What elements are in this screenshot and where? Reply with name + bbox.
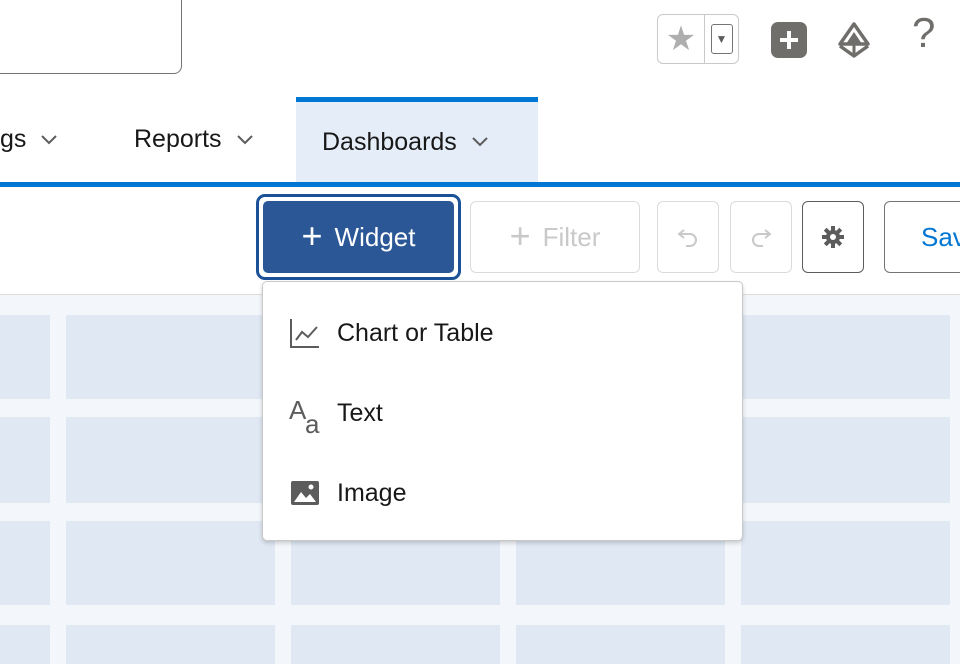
chevron-down-icon[interactable] <box>471 133 489 151</box>
grid-cell <box>66 315 264 399</box>
tab-label: Dashboards <box>322 127 457 156</box>
grid-cell <box>0 417 50 503</box>
grid-cell <box>66 521 275 605</box>
grid-cell <box>291 625 500 664</box>
global-search-input[interactable] <box>0 0 182 74</box>
chart-icon <box>287 315 323 351</box>
add-widget-button[interactable]: + Widget <box>263 201 454 273</box>
menu-item-image[interactable]: Image <box>263 458 742 528</box>
chevron-down-icon[interactable] <box>236 131 254 149</box>
grid-cell <box>0 625 50 664</box>
tab-dashboards[interactable]: Dashboards <box>296 97 538 182</box>
chevron-down-icon[interactable] <box>40 131 58 149</box>
tab-reports[interactable]: Reports <box>134 97 254 182</box>
menu-item-text[interactable]: Aa Text <box>263 378 742 448</box>
grid-cell <box>741 521 950 605</box>
widget-button-label: Widget <box>334 221 416 252</box>
grid-cell <box>0 315 50 399</box>
undo-icon <box>677 229 697 247</box>
help-button[interactable]: ? <box>912 12 935 54</box>
tab-label: gs <box>0 125 27 153</box>
menu-item-label: Text <box>337 398 383 427</box>
dashboard-properties-button[interactable] <box>802 201 864 273</box>
nav-bottom-border <box>0 182 960 187</box>
redo-button[interactable] <box>730 201 792 273</box>
grid-cell <box>516 625 725 664</box>
text-icon: Aa <box>289 395 320 439</box>
undo-button[interactable] <box>657 201 719 273</box>
redo-icon <box>752 229 772 247</box>
image-icon <box>287 475 323 511</box>
grid-cell <box>740 417 950 503</box>
grid-cell <box>740 315 950 399</box>
grid-cell <box>66 417 264 503</box>
add-filter-button[interactable]: + Filter <box>470 201 640 273</box>
grid-cell <box>741 625 950 664</box>
global-actions-button[interactable] <box>771 22 807 58</box>
plus-square-icon <box>780 31 798 49</box>
widget-dropdown-menu: Chart or Table Aa Text Image <box>262 281 743 541</box>
save-button[interactable]: Sav <box>884 201 960 273</box>
favorites-group: ★ ▼ <box>657 14 739 64</box>
plus-icon: + <box>301 214 323 256</box>
caret-down-icon: ▼ <box>710 24 733 54</box>
grid-cell <box>66 625 275 664</box>
trailhead-icon <box>838 22 870 58</box>
gear-icon <box>822 226 844 248</box>
menu-item-label: Chart or Table <box>337 318 494 347</box>
favorites-dropdown-button[interactable]: ▼ <box>704 15 738 63</box>
trailhead-button[interactable] <box>834 20 874 60</box>
menu-item-chart-or-table[interactable]: Chart or Table <box>263 298 742 368</box>
tab-previous[interactable]: gs <box>0 97 58 182</box>
menu-item-label: Image <box>337 478 407 507</box>
filter-button-label: Filter <box>542 221 601 252</box>
plus-icon: + <box>509 214 531 256</box>
tab-label: Reports <box>134 125 222 153</box>
grid-cell <box>0 521 50 605</box>
star-icon[interactable]: ★ <box>658 15 704 63</box>
